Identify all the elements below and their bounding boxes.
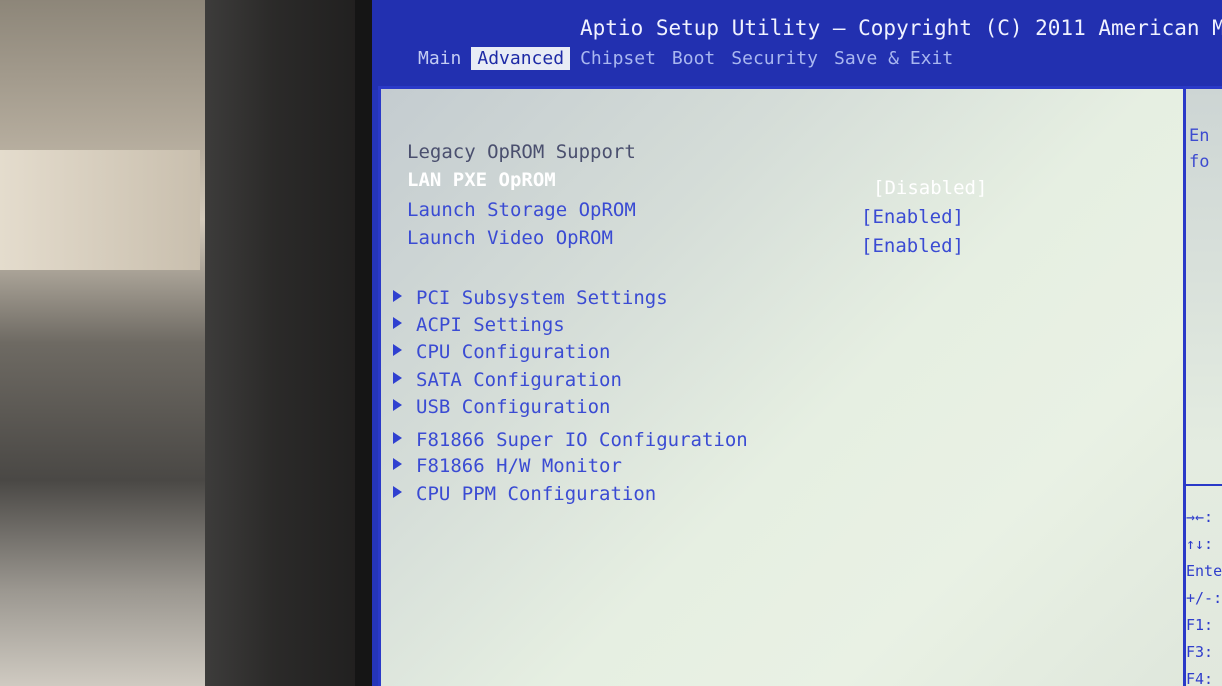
key-select-item: ↑↓: S — [1186, 535, 1222, 553]
key-legend: →←: S ↑↓: S Enter +/-: F1: G F3: O F4: S — [1186, 504, 1222, 686]
settings-panel: Legacy OpROM Support LAN PXE OpROM [Disa… — [378, 86, 1186, 686]
cardboard-box — [0, 150, 200, 270]
submenu-arrow-icon — [393, 432, 402, 444]
key-f3: F3: O — [1186, 643, 1222, 661]
launch-storage-label: Launch Storage OpROM — [407, 199, 636, 221]
launch-video-value[interactable]: [Enabled] — [861, 235, 964, 257]
monitor-bezel — [205, 0, 375, 686]
submenu-arrow-icon — [393, 344, 402, 356]
key-enter: Enter — [1186, 562, 1222, 580]
submenu-cpu-ppm-configuration[interactable]: CPU PPM Configuration — [393, 483, 656, 505]
submenu-hw-monitor[interactable]: F81866 H/W Monitor — [393, 455, 622, 477]
launch-storage-value[interactable]: [Enabled] — [861, 206, 964, 228]
help-divider — [1186, 484, 1222, 486]
submenu-arrow-icon — [393, 290, 402, 302]
tab-advanced[interactable]: Advanced — [471, 47, 571, 70]
key-f1: F1: G — [1186, 616, 1222, 634]
lan-pxe-label: LAN PXE OpROM — [407, 169, 556, 191]
tab-chipset[interactable]: Chipset — [574, 47, 662, 70]
key-f4: F4: S — [1186, 670, 1222, 686]
title-bar: Aptio Setup Utility – Copyright (C) 2011… — [372, 0, 1222, 90]
submenu-sata-configuration[interactable]: SATA Configuration — [393, 369, 622, 391]
monitor-bezel-inner — [355, 0, 373, 686]
submenu-cpu-configuration[interactable]: CPU Configuration — [393, 341, 610, 363]
bios-screen: Aptio Setup Utility – Copyright (C) 2011… — [372, 0, 1222, 686]
launch-video-label: Launch Video OpROM — [407, 227, 613, 249]
tab-boot[interactable]: Boot — [666, 47, 721, 70]
submenu-pci-subsystem[interactable]: PCI Subsystem Settings — [393, 287, 668, 309]
submenu-arrow-icon — [393, 399, 402, 411]
submenu-arrow-icon — [393, 317, 402, 329]
setting-launch-storage-oprom[interactable]: Launch Storage OpROM — [407, 199, 636, 221]
key-select-screen: →←: S — [1186, 508, 1222, 526]
setting-launch-video-oprom[interactable]: Launch Video OpROM — [407, 227, 613, 249]
submenu-usb-configuration[interactable]: USB Configuration — [393, 396, 610, 418]
key-change-option: +/-: — [1186, 589, 1222, 607]
help-text: En fo — [1189, 126, 1210, 172]
help-panel: En fo →←: S ↑↓: S Enter +/-: F1: G F3: O… — [1183, 86, 1222, 686]
tab-main[interactable]: Main — [412, 47, 467, 70]
submenu-arrow-icon — [393, 486, 402, 498]
lan-pxe-value[interactable]: [Disabled] — [873, 177, 987, 199]
submenu-super-io-configuration[interactable]: F81866 Super IO Configuration — [393, 429, 748, 451]
submenu-arrow-icon — [393, 458, 402, 470]
submenu-acpi-settings[interactable]: ACPI Settings — [393, 314, 565, 336]
tab-bar: Main Advanced Chipset Boot Security Save & Ex… — [412, 47, 963, 70]
bios-title: Aptio Setup Utility – Copyright (C) 2011… — [580, 16, 1222, 40]
photo-background-left — [0, 0, 230, 686]
submenu-arrow-icon — [393, 372, 402, 384]
setting-lan-pxe-oprom[interactable]: LAN PXE OpROM — [407, 169, 556, 191]
tab-security[interactable]: Security — [725, 47, 824, 70]
tab-save-exit[interactable]: Save & Exit — [828, 47, 959, 70]
legacy-oprom-header: Legacy OpROM Support — [407, 141, 636, 163]
